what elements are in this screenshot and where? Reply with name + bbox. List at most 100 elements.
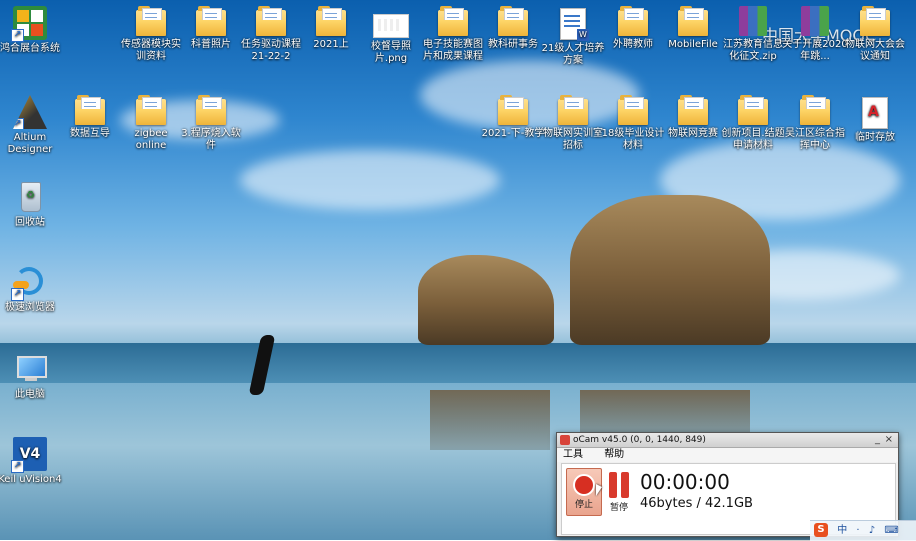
folder-icon (196, 6, 226, 36)
desktop-icon-folder[interactable]: 物联网竞赛 (660, 95, 726, 140)
desktop-icon-image[interactable]: 校督导照片.png (358, 6, 424, 65)
sogou-ime-icon[interactable]: S (814, 523, 828, 537)
desktop-icon-pdf[interactable]: A 临时存放 (842, 95, 908, 144)
icon-label: zigbee online (134, 128, 168, 151)
icon-label: 21级人才培养方案 (541, 43, 605, 66)
icon-label: 任务驱动课程21-22-2 (241, 39, 301, 62)
icon-label: 鸿合展台系统 (0, 43, 60, 54)
desktop-icon-keil[interactable]: V4 ↗ Keil uVision4 (0, 437, 63, 486)
winrar-icon (801, 6, 829, 36)
microphone-icon[interactable]: ♪ (869, 521, 875, 541)
icon-label: 物联网竞赛 (668, 128, 718, 139)
icon-label: 江苏教育信息化征文.zip (723, 39, 783, 62)
desktop-icon-zip[interactable]: 关于开展2020年跳... (782, 6, 848, 63)
desktop-icon-folder[interactable]: 18级毕业设计材料 (600, 95, 666, 152)
desktop-icon-folder[interactable]: 任务驱动课程21-22-2 (238, 6, 304, 63)
desktop-icon-altium[interactable]: ↗ Altium Designer (0, 95, 63, 156)
icon-label: 校督导照片.png (371, 41, 411, 64)
ocam-app-icon (560, 435, 570, 445)
icon-label: 此电脑 (15, 389, 45, 400)
desktop-icon-folder[interactable]: 2021-下-教学 (480, 95, 546, 140)
folder-icon (618, 6, 648, 36)
folder-icon (75, 95, 105, 125)
desktop-icon-recycle-bin[interactable]: ♻ 回收站 (0, 180, 63, 229)
icon-label: 关于开展2020年跳... (782, 39, 848, 62)
desktop-icon-folder[interactable]: 传感器模块实训资料 (118, 6, 184, 63)
desktop-icon-folder[interactable]: 创新项目.结题申请材料 (720, 95, 786, 152)
menu-tools[interactable]: 工具 (563, 449, 583, 460)
record-stop-icon (573, 474, 595, 496)
icon-label: 数据互导 (70, 128, 110, 139)
desktop-icon-folder[interactable]: 3.程序烧入软件 (178, 95, 244, 152)
icon-label: 电子技能赛图片和成果课程 (423, 39, 483, 62)
icon-label: 教科研事务 (488, 39, 538, 50)
desktop-icon-hitevision[interactable]: ↗ 鸿合展台系统 (0, 6, 63, 55)
folder-icon (738, 95, 768, 125)
word-file-icon: W (560, 8, 589, 41)
desktop-icon-browser[interactable]: ↗ 极速浏览器 (0, 265, 63, 314)
menu-help[interactable]: 帮助 (604, 449, 624, 460)
icon-label: MobileFile (668, 39, 718, 50)
folder-icon (438, 6, 468, 36)
icon-label: 物联网大会会议通知 (845, 39, 905, 62)
desktop-icon-folder[interactable]: 2021上 (298, 6, 364, 51)
folder-icon (618, 95, 648, 125)
ocam-title: oCam v45.0 (0, 0, 1440, 849) (573, 435, 706, 445)
pause-label: 暂停 (609, 503, 628, 513)
icon-label: 18级毕业设计材料 (601, 128, 665, 151)
desktop-icon-folder[interactable]: 吴江区综合指挥中心 (782, 95, 848, 152)
keyboard-icon[interactable]: ⌨ (884, 521, 898, 541)
folder-icon (316, 6, 346, 36)
icon-label: Altium Designer (7, 132, 53, 155)
recording-time: 00:00:00 (640, 470, 730, 494)
hitevision-icon: ↗ (11, 6, 47, 42)
folder-icon (136, 6, 166, 36)
pause-record-button[interactable]: 暂停 (604, 468, 634, 514)
altium-designer-icon: ↗ (13, 95, 47, 129)
recording-size: 46bytes / 42.1GB (640, 496, 753, 511)
pause-icon (608, 472, 630, 498)
desktop-icon-folder[interactable]: MobileFile (660, 6, 726, 51)
recycle-bin-icon: ♻ (13, 180, 47, 214)
icon-label: 临时存放 (855, 132, 895, 143)
icon-label: 外聘教师 (613, 39, 653, 50)
icon-label: 2021-下-教学 (481, 128, 545, 139)
desktop-icon-zip[interactable]: 江苏教育信息化征文.zip (720, 6, 786, 63)
winrar-icon (739, 6, 767, 36)
desktop-icon-folder[interactable]: 科普照片 (178, 6, 244, 51)
browser-icon: ↗ (11, 265, 47, 301)
desktop-icon-folder[interactable]: 外聘教师 (600, 6, 666, 51)
desktop-icon-folder[interactable]: 物联网实训室招标 (540, 95, 606, 152)
icon-label: 物联网实训室招标 (543, 128, 603, 151)
desktop-icon-folder[interactable]: 电子技能赛图片和成果课程 (420, 6, 486, 63)
ocam-titlebar[interactable]: oCam v45.0 (0, 0, 1440, 849) _ × (557, 433, 898, 448)
keil-icon: V4 ↗ (11, 437, 47, 473)
folder-icon (498, 6, 528, 36)
desktop-icon-folder[interactable]: 物联网大会会议通知 (842, 6, 908, 63)
mouse-cursor-icon (596, 484, 602, 496)
folder-icon (678, 95, 708, 125)
desktop-icon-folder[interactable]: 教科研事务 (480, 6, 546, 51)
folder-icon (678, 6, 708, 36)
icon-label: 回收站 (15, 217, 45, 228)
folder-icon (498, 95, 528, 125)
desktop-icon-folder[interactable]: zigbee online (118, 95, 184, 152)
folder-icon (558, 95, 588, 125)
stop-label: 停止 (574, 500, 593, 510)
icon-label: 创新项目.结题申请材料 (721, 128, 785, 151)
folder-icon (860, 6, 890, 36)
close-button[interactable]: × (885, 433, 893, 447)
ime-punctuation-icon[interactable]: · (856, 521, 859, 541)
this-pc-icon (13, 352, 47, 386)
ime-language-toggle[interactable]: 中 (837, 521, 847, 541)
desktop-icon-this-pc[interactable]: 此电脑 (0, 352, 63, 401)
folder-icon (256, 6, 286, 36)
icon-label: 极速浏览器 (5, 302, 55, 313)
folder-icon (196, 95, 226, 125)
desktop-icon-folder[interactable]: 数据互导 (57, 95, 123, 140)
desktop-icon-word[interactable]: W 21级人才培养方案 (540, 6, 606, 67)
minimize-button[interactable]: _ (875, 433, 880, 447)
icon-label: 2021上 (313, 39, 349, 50)
icon-label: 吴江区综合指挥中心 (785, 128, 845, 151)
icon-label: Keil uVision4 (0, 474, 62, 485)
